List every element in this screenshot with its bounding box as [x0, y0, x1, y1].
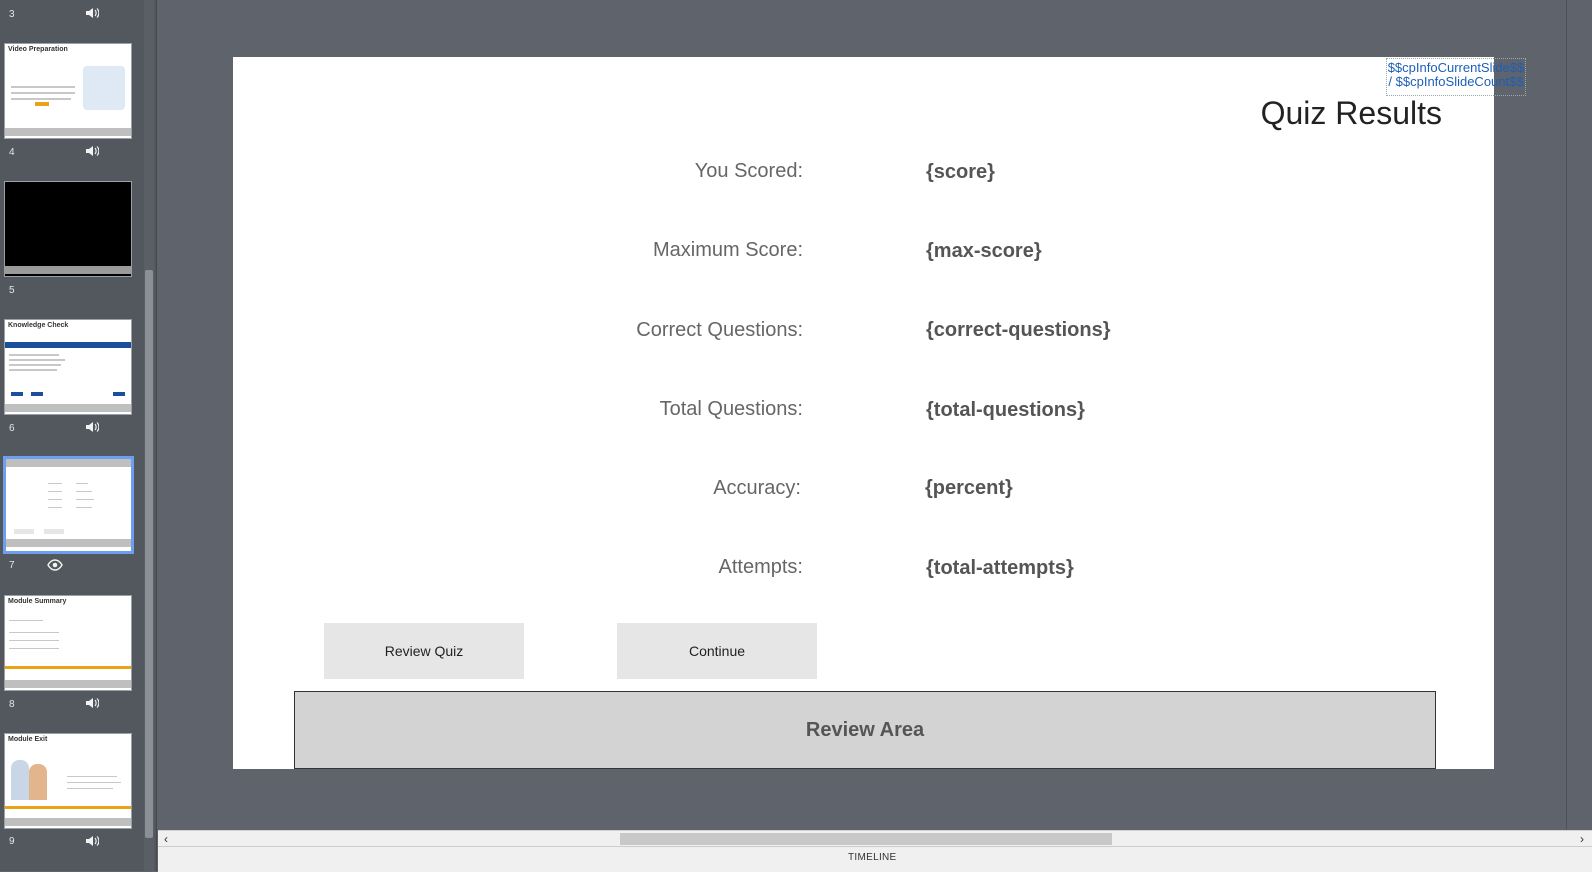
attempts-value: {total-attempts}	[926, 557, 1074, 579]
scroll-left-icon[interactable]: ‹	[164, 831, 168, 847]
horizontal-scroll-thumb[interactable]	[620, 833, 1112, 845]
accuracy-label: Accuracy:	[713, 477, 801, 499]
filmstrip-scroll-thumb[interactable]	[145, 270, 153, 838]
timeline-label[interactable]: TIMELINE	[848, 852, 897, 863]
slide-thumbnail-7-selected[interactable]	[3, 456, 134, 554]
score-label: You Scored:	[694, 160, 803, 182]
speaker-icon[interactable]	[85, 835, 99, 847]
correct-questions-value: {correct-questions}	[926, 319, 1111, 341]
thumbnail-title: Module Exit	[8, 736, 48, 743]
speaker-icon[interactable]	[85, 7, 99, 19]
correct-questions-label: Correct Questions:	[636, 319, 803, 341]
slide-thumbnail-5[interactable]	[4, 181, 132, 277]
max-score-label: Maximum Score:	[652, 239, 803, 261]
slide-number: 8	[9, 699, 15, 710]
slide-number: 3	[9, 9, 15, 20]
accuracy-value: {percent}	[925, 477, 1013, 499]
filmstrip-scrollbar[interactable]	[144, 0, 154, 871]
max-score-value: {max-score}	[926, 240, 1042, 262]
slide-counter-variable[interactable]: $$cpInfoCurrentSlide$$ / $$cpInfoSlideCo…	[1386, 58, 1526, 96]
speaker-icon[interactable]	[85, 697, 99, 709]
scroll-right-icon[interactable]: ›	[1580, 831, 1584, 847]
score-value: {score}	[926, 161, 995, 183]
review-area[interactable]: Review Area	[294, 691, 1436, 769]
stage-horizontal-scrollbar[interactable]: ‹ ›	[158, 830, 1592, 847]
slide-thumbnail-4[interactable]: Video Preparation	[4, 43, 132, 139]
timeline-panel[interactable]: TIMELINE	[158, 846, 1592, 872]
slide-number: 4	[9, 147, 15, 158]
attempts-label: Attempts:	[718, 556, 803, 578]
speaker-icon[interactable]	[85, 421, 99, 433]
slide-thumbnail-9[interactable]: Module Exit	[4, 733, 132, 829]
eye-icon[interactable]	[47, 559, 63, 571]
slide-number: 9	[9, 836, 15, 847]
continue-button[interactable]: Continue	[617, 623, 817, 679]
slide-number: 7	[9, 560, 15, 571]
slide-number: 6	[9, 423, 15, 434]
slide-thumbnail-6[interactable]: Knowledge Check	[4, 319, 132, 415]
review-quiz-button[interactable]: Review Quiz	[324, 623, 524, 679]
total-questions-label: Total Questions:	[659, 398, 803, 420]
right-panel-edge	[1566, 0, 1592, 830]
thumbnail-title: Knowledge Check	[8, 322, 69, 329]
thumbnail-title: Module Summary	[8, 598, 67, 605]
quiz-results-title: Quiz Results	[1260, 95, 1442, 131]
thumbnail-title: Video Preparation	[8, 46, 68, 53]
filmstrip-panel: 3 Video Preparation 4 5 Knowledge Check …	[0, 0, 157, 871]
speaker-icon[interactable]	[85, 145, 99, 157]
slide-thumbnail-8[interactable]: Module Summary	[4, 595, 132, 691]
slide-number: 5	[9, 285, 15, 296]
total-questions-value: {total-questions}	[926, 399, 1085, 421]
